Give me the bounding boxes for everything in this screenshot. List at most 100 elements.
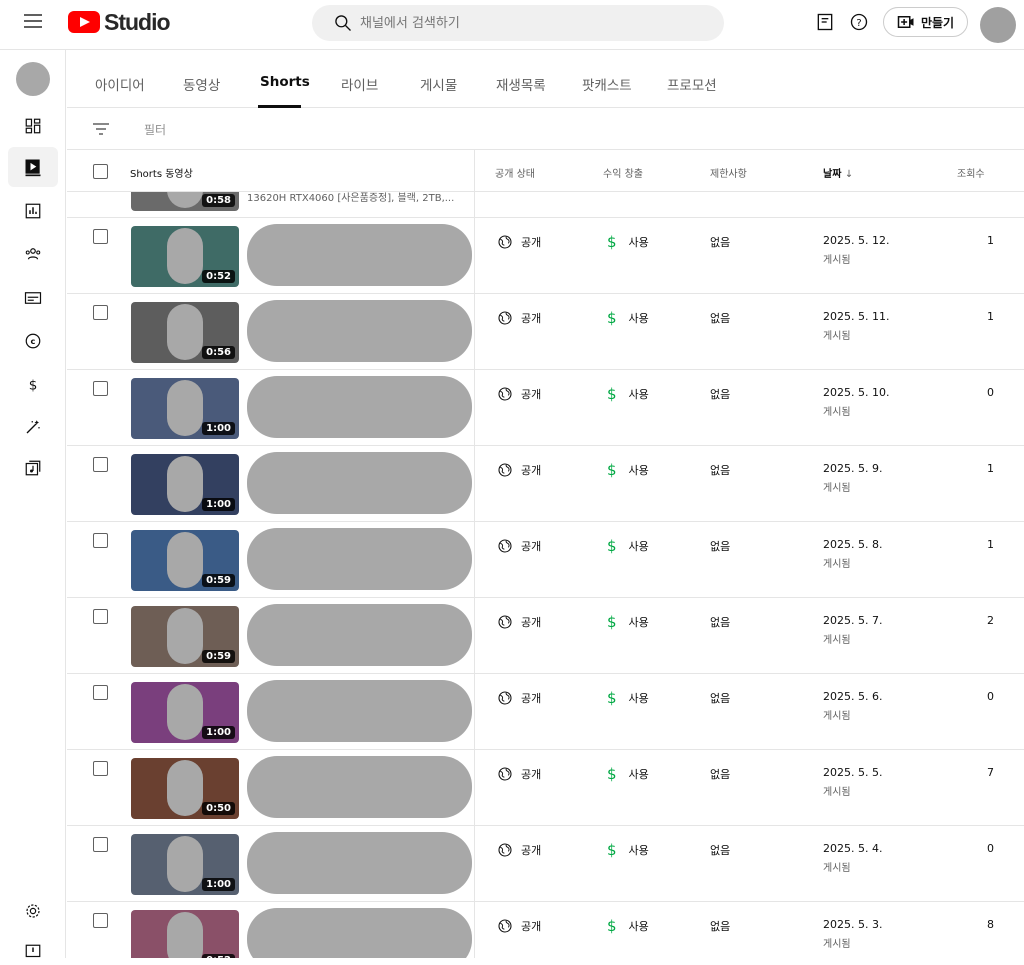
video-title-blurred[interactable] <box>247 756 472 818</box>
table-row[interactable]: 1:00 공개 $ 사용 없음 2025. 5. 10. 게시됨 0 <box>67 370 1024 446</box>
table-row[interactable]: 1:00 공개 $ 사용 없음 2025. 5. 9. 게시됨 1 <box>67 446 1024 522</box>
video-thumbnail[interactable]: 0:56 <box>131 302 239 363</box>
sidebar-item-copyright[interactable]: c <box>8 321 58 361</box>
monetization-cell[interactable]: $ 사용 <box>607 461 649 479</box>
monetization-cell[interactable]: $ 사용 <box>607 613 649 631</box>
visibility-cell[interactable]: 공개 <box>497 766 541 782</box>
table-row-partial[interactable]: 0:58 13620H RTX4060 [사은품증정], 블랙, 2TB,... <box>67 192 1024 218</box>
col-views[interactable]: 조회수 <box>957 165 985 180</box>
monetization-cell[interactable]: $ 사용 <box>607 385 649 403</box>
studio-logo[interactable]: Studio <box>68 9 171 35</box>
create-button[interactable]: 만들기 <box>883 7 968 37</box>
search-input[interactable] <box>360 15 700 31</box>
row-checkbox[interactable] <box>93 457 108 472</box>
account-avatar[interactable] <box>980 7 1016 43</box>
table-row[interactable]: 1:00 공개 $ 사용 없음 2025. 5. 6. 게시됨 0 <box>67 674 1024 750</box>
tab-posts[interactable]: 게시물 <box>420 74 457 94</box>
monetization-cell[interactable]: $ 사용 <box>607 309 649 327</box>
tab-videos[interactable]: 동영상 <box>183 74 220 94</box>
table-row[interactable]: 0:52 공개 $ 사용 없음 2025. 5. 12. 게시됨 1 <box>67 218 1024 294</box>
col-date[interactable]: 날짜 ↓ <box>823 165 853 180</box>
col-restrictions[interactable]: 제한사항 <box>710 165 747 180</box>
col-visibility[interactable]: 공개 상태 <box>495 165 535 180</box>
video-thumbnail[interactable]: 1:00 <box>131 454 239 515</box>
video-thumbnail[interactable]: 0:52 <box>131 910 239 958</box>
sidebar-item-subtitles[interactable] <box>8 278 58 318</box>
video-thumbnail[interactable]: 0:50 <box>131 758 239 819</box>
video-thumbnail[interactable]: 0:59 <box>131 606 239 667</box>
video-title-blurred[interactable] <box>247 908 472 958</box>
table-row[interactable]: 0:50 공개 $ 사용 없음 2025. 5. 5. 게시됨 7 <box>67 750 1024 826</box>
visibility-cell[interactable]: 공개 <box>497 842 541 858</box>
messages-icon[interactable] <box>815 12 835 32</box>
video-thumbnail[interactable]: 0:52 <box>131 226 239 287</box>
search-icon[interactable] <box>326 13 360 33</box>
search-bar[interactable] <box>312 5 724 41</box>
video-thumbnail[interactable]: 1:00 <box>131 378 239 439</box>
select-all-checkbox[interactable] <box>93 164 108 179</box>
help-icon[interactable]: ? <box>849 12 869 32</box>
row-checkbox[interactable] <box>93 761 108 776</box>
video-thumbnail[interactable]: 1:00 <box>131 682 239 743</box>
channel-avatar[interactable] <box>16 62 50 96</box>
row-checkbox[interactable] <box>93 609 108 624</box>
visibility-cell[interactable]: 공개 <box>497 386 541 402</box>
menu-icon[interactable] <box>24 14 42 28</box>
monetization-cell[interactable]: $ 사용 <box>607 233 649 251</box>
video-title-blurred[interactable] <box>247 680 472 742</box>
video-thumbnail[interactable]: 1:00 <box>131 834 239 895</box>
tab-promotions[interactable]: 프로모션 <box>667 74 717 94</box>
sidebar-item-settings[interactable] <box>24 902 42 924</box>
filter-input[interactable]: 필터 <box>144 121 166 138</box>
filter-icon[interactable] <box>93 122 109 136</box>
sidebar-item-analytics[interactable] <box>8 191 58 231</box>
sidebar-item-earn[interactable]: $ <box>8 364 58 404</box>
tab-shorts[interactable]: Shorts <box>260 74 310 90</box>
table-row[interactable]: 0:52 공개 $ 사용 없음 2025. 5. 3. 게시됨 8 <box>67 902 1024 958</box>
table-row[interactable]: 0:59 공개 $ 사용 없음 2025. 5. 8. 게시됨 1 <box>67 522 1024 598</box>
sidebar-item-audio-library[interactable] <box>8 448 58 488</box>
tab-playlists[interactable]: 재생목록 <box>496 74 546 94</box>
video-title-blurred[interactable] <box>247 376 472 438</box>
sidebar-item-community[interactable] <box>8 234 58 274</box>
row-checkbox[interactable] <box>93 305 108 320</box>
row-checkbox[interactable] <box>93 913 108 928</box>
video-title-blurred[interactable] <box>247 528 472 590</box>
tab-ideas[interactable]: 아이디어 <box>95 74 145 94</box>
visibility-cell[interactable]: 공개 <box>497 538 541 554</box>
video-title-blurred[interactable] <box>247 224 472 286</box>
row-checkbox[interactable] <box>93 837 108 852</box>
table-row[interactable]: 1:00 공개 $ 사용 없음 2025. 5. 4. 게시됨 0 <box>67 826 1024 902</box>
sidebar-item-content[interactable] <box>8 147 58 187</box>
row-checkbox[interactable] <box>93 229 108 244</box>
video-title-blurred[interactable] <box>247 832 472 894</box>
video-title-blurred[interactable] <box>247 452 472 514</box>
monetization-cell[interactable]: $ 사용 <box>607 917 649 935</box>
video-title-blurred[interactable] <box>247 604 472 666</box>
monetization-cell[interactable]: $ 사용 <box>607 537 649 555</box>
row-checkbox[interactable] <box>93 685 108 700</box>
row-checkbox[interactable] <box>93 381 108 396</box>
col-monetization[interactable]: 수익 창출 <box>603 165 643 180</box>
visibility-cell[interactable]: 공개 <box>497 462 541 478</box>
visibility-cell[interactable]: 공개 <box>497 310 541 326</box>
visibility-cell[interactable]: 공개 <box>497 918 541 934</box>
monetization-cell[interactable]: $ 사용 <box>607 841 649 859</box>
sidebar-item-feedback[interactable] <box>24 943 42 965</box>
visibility-cell[interactable]: 공개 <box>497 690 541 706</box>
monetization-cell[interactable]: $ 사용 <box>607 765 649 783</box>
tab-podcasts[interactable]: 팟캐스트 <box>582 74 632 94</box>
monetization-cell[interactable]: $ 사용 <box>607 689 649 707</box>
table-row[interactable]: 0:59 공개 $ 사용 없음 2025. 5. 7. 게시됨 2 <box>67 598 1024 674</box>
video-title-fragment[interactable]: 13620H RTX4060 [사은품증정], 블랙, 2TB,... <box>247 192 454 204</box>
row-checkbox[interactable] <box>93 533 108 548</box>
sidebar-item-dashboard[interactable] <box>8 106 58 146</box>
visibility-cell[interactable]: 공개 <box>497 234 541 250</box>
video-title-blurred[interactable] <box>247 300 472 362</box>
visibility-cell[interactable]: 공개 <box>497 614 541 630</box>
video-thumbnail[interactable]: 0:59 <box>131 530 239 591</box>
video-thumbnail[interactable]: 0:58 <box>131 192 239 211</box>
tab-live[interactable]: 라이브 <box>341 74 378 94</box>
sidebar-item-customization[interactable] <box>8 407 58 447</box>
table-row[interactable]: 0:56 공개 $ 사용 없음 2025. 5. 11. 게시됨 1 <box>67 294 1024 370</box>
